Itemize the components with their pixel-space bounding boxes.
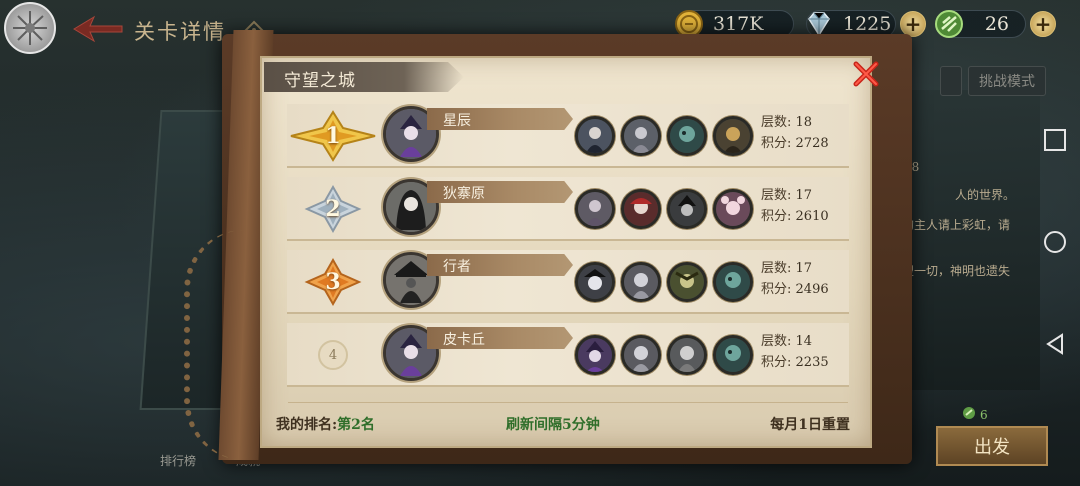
player-stats: 层数: 14 积分: 2235 xyxy=(761,331,829,373)
recent-apps-icon[interactable] xyxy=(1044,129,1066,151)
team-lineup xyxy=(575,262,753,302)
player-name: 狄寨原 xyxy=(443,186,485,202)
footer-divider xyxy=(288,402,848,403)
layers-value: 18 xyxy=(795,115,813,130)
layers-label: 层数: xyxy=(761,334,792,349)
background-desc-line-2: 的主人请上彩虹，请 xyxy=(902,218,1011,232)
score-label: 积分: xyxy=(761,136,792,151)
rank-row-4: 4 皮卡丘 层数: 14 积分: 2235 xyxy=(287,323,849,387)
stamina-icon xyxy=(962,406,976,423)
layers-label: 层数: xyxy=(761,115,792,130)
background-tab-1[interactable] xyxy=(940,66,962,96)
game-logo[interactable] xyxy=(4,2,56,54)
score-value: 2235 xyxy=(795,355,829,370)
rank-row-3: 3 行者 层数: 17 积分: 2496 xyxy=(287,250,849,314)
team-member-avatar[interactable] xyxy=(713,262,753,302)
stamina-icon xyxy=(933,8,965,40)
team-member-avatar[interactable] xyxy=(621,116,661,156)
team-member-avatar[interactable] xyxy=(575,189,615,229)
background-go-cost: 6 xyxy=(962,406,988,423)
team-lineup xyxy=(575,189,753,229)
score-label: 积分: xyxy=(761,355,792,370)
layers-label: 层数: xyxy=(761,188,792,203)
team-member-avatar[interactable] xyxy=(621,189,661,229)
team-member-avatar[interactable] xyxy=(713,189,753,229)
team-lineup xyxy=(575,116,753,156)
leaderboard-title: 守望之城 xyxy=(284,71,356,91)
score-label: 积分: xyxy=(761,209,792,224)
team-lineup xyxy=(575,335,753,375)
team-member-avatar[interactable] xyxy=(667,116,707,156)
rank-row-1: 1 星辰 层数: 18 积分: 2728 xyxy=(287,104,849,168)
page-title: 关卡详情 xyxy=(134,20,226,44)
player-name: 行者 xyxy=(443,259,471,275)
player-stats: 层数: 17 积分: 2610 xyxy=(761,185,829,227)
rank-number: 3 xyxy=(325,269,341,295)
rank-badge-silver: 2 xyxy=(287,181,379,237)
rank-row-2: 2 狄寨原 层数: 17 积分: 2610 xyxy=(287,177,849,241)
rank-badge-bronze: 3 xyxy=(287,254,379,310)
player-stats: 层数: 18 积分: 2728 xyxy=(761,112,829,154)
my-rank: 我的排名:第2名 xyxy=(276,414,375,434)
gem-value: 1225 xyxy=(843,13,892,35)
player-name: 星辰 xyxy=(443,113,471,129)
rank-number: 4 xyxy=(318,340,348,370)
team-member-avatar[interactable] xyxy=(575,262,615,302)
score-value: 2728 xyxy=(795,136,829,151)
home-icon[interactable] xyxy=(1044,231,1066,253)
add-stamina-button[interactable]: + xyxy=(1030,11,1056,37)
score-label: 积分: xyxy=(761,282,792,297)
stamina-counter: 26 + xyxy=(933,8,1056,40)
back-button[interactable] xyxy=(72,14,124,44)
team-member-avatar[interactable] xyxy=(575,335,615,375)
layers-value: 17 xyxy=(795,188,813,203)
team-member-avatar[interactable] xyxy=(667,335,707,375)
background-desc-line-3: 望一切，神明也遗失 xyxy=(902,264,1011,278)
score-value: 2610 xyxy=(795,209,829,224)
background-tabs: 挑战模式 xyxy=(940,66,1046,96)
background-go-cost-value: 6 xyxy=(980,407,988,422)
leaderboard-footer: 我的排名:第2名 刷新间隔5分钟 每月1日重置 xyxy=(276,414,850,436)
stamina-value: 26 xyxy=(984,13,1009,35)
close-button[interactable] xyxy=(850,58,882,90)
team-member-avatar[interactable] xyxy=(621,335,661,375)
rope-decoration xyxy=(184,230,244,460)
start-button[interactable]: 出发 xyxy=(936,426,1048,466)
player-stats: 层数: 17 积分: 2496 xyxy=(761,258,829,300)
my-rank-label: 我的排名: xyxy=(276,417,338,433)
background-desc-line-1: 人的世界。 xyxy=(955,188,1016,202)
player-name: 皮卡丘 xyxy=(443,332,485,348)
rank-badge-plain: 4 xyxy=(287,327,379,383)
back-triangle-icon[interactable] xyxy=(1044,333,1066,355)
my-rank-value: 第2名 xyxy=(337,417,375,433)
team-member-avatar[interactable] xyxy=(621,262,661,302)
spiral-logo-icon xyxy=(13,11,47,45)
rank-number: 1 xyxy=(325,123,341,149)
nav-leaderboard[interactable]: 排行榜 xyxy=(160,452,196,469)
score-value: 2496 xyxy=(795,282,829,297)
gold-value: 317K xyxy=(713,13,764,35)
reset-schedule: 每月1日重置 xyxy=(770,417,850,433)
rank-number: 2 xyxy=(325,196,341,222)
back-arrow-icon xyxy=(73,15,123,43)
team-member-avatar[interactable] xyxy=(667,189,707,229)
background-tab-challenge-mode[interactable]: 挑战模式 xyxy=(968,66,1046,96)
layers-value: 17 xyxy=(795,261,813,276)
team-member-avatar[interactable] xyxy=(713,116,753,156)
refresh-interval: 刷新间隔5分钟 xyxy=(506,417,600,433)
layers-label: 层数: xyxy=(761,261,792,276)
team-member-avatar[interactable] xyxy=(713,335,753,375)
rank-badge-gold: 1 xyxy=(287,108,379,164)
layers-value: 14 xyxy=(795,334,813,349)
team-member-avatar[interactable] xyxy=(575,116,615,156)
android-navigation xyxy=(1028,95,1080,385)
close-icon xyxy=(853,61,879,87)
team-member-avatar[interactable] xyxy=(667,262,707,302)
